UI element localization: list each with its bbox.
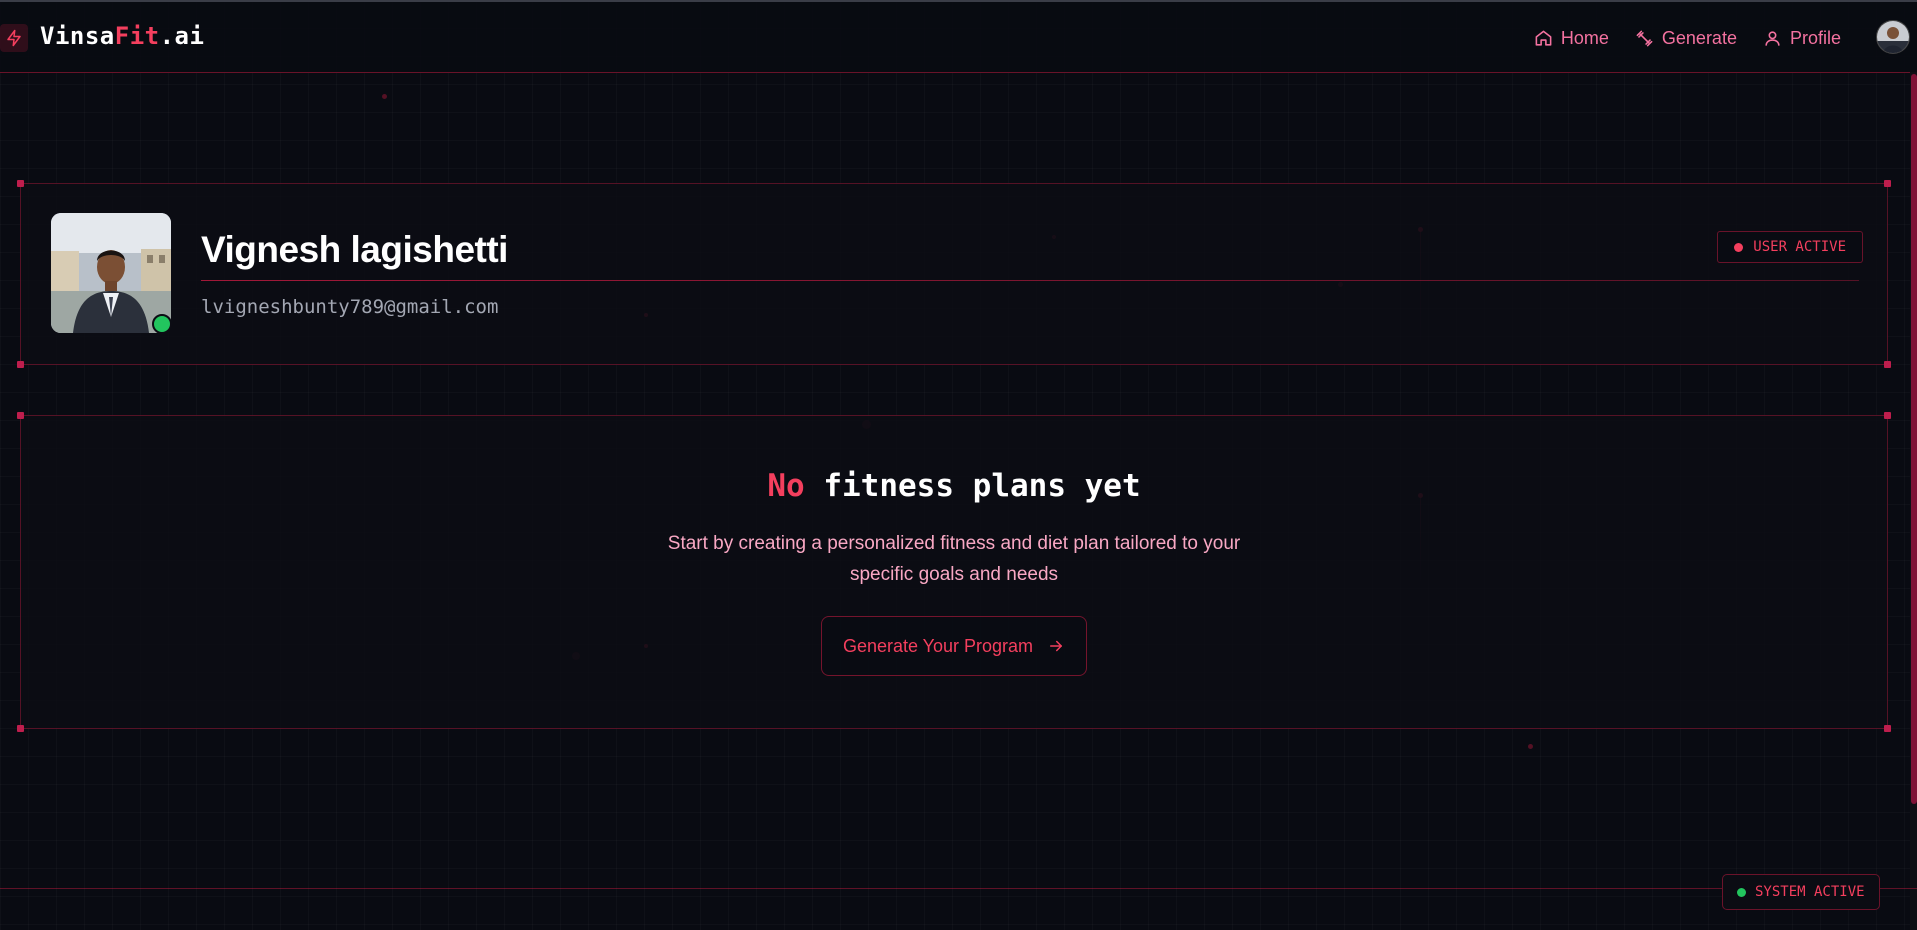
footer-divider: [0, 888, 1917, 889]
generate-program-label: Generate Your Program: [842, 635, 1034, 656]
generate-program-button[interactable]: Generate Your Program: [821, 616, 1087, 676]
system-status-badge: SYSTEM ACTIVE: [1722, 874, 1880, 910]
nav-generate-label: Generate: [1661, 28, 1737, 48]
arrow-right-icon: [1050, 640, 1063, 652]
brand-logo[interactable]: VinsaFit.ai: [40, 22, 204, 50]
brand-name-part2: Fit: [114, 22, 160, 50]
avatar-image: [1877, 21, 1909, 53]
system-status-dot-icon: [1737, 887, 1746, 897]
corner-marker: [17, 361, 24, 368]
bg-particle: [382, 94, 387, 99]
logo-badge[interactable]: [0, 24, 28, 52]
empty-state-description: Start by creating a personalized fitness…: [667, 533, 1241, 585]
corner-marker: [1884, 180, 1891, 187]
profile-divider: [201, 280, 1859, 281]
user-avatar[interactable]: [1876, 20, 1910, 54]
profile-photo: [51, 213, 171, 333]
page: VinsaFit.ai Home Generate Profile Vignes…: [0, 0, 1917, 930]
corner-marker: [17, 180, 24, 187]
user-status-label: USER ACTIVE: [1753, 239, 1846, 255]
profile-name: Vignesh lagishetti: [201, 229, 508, 270]
user-icon: [1765, 31, 1780, 46]
online-status-dot: [152, 314, 172, 334]
nav-profile-label: Profile: [1789, 28, 1841, 48]
status-dot-icon: [1734, 242, 1744, 252]
user-status-badge: USER ACTIVE: [1717, 231, 1863, 263]
empty-plans-card: No fitness plans yet Start by creating a…: [17, 412, 1891, 732]
corner-marker: [17, 725, 24, 732]
profile-card: Vignesh lagishetti lvigneshbunty789@gmai…: [17, 180, 1891, 368]
system-status-label: SYSTEM ACTIVE: [1755, 884, 1865, 900]
corner-marker: [17, 412, 24, 419]
brand-name-part3: .ai: [159, 22, 205, 50]
nav-generate[interactable]: Generate: [1635, 28, 1737, 49]
corner-marker: [1884, 361, 1891, 368]
nav-home[interactable]: Home: [1534, 28, 1609, 49]
empty-state-title: No fitness plans yet: [21, 468, 1887, 504]
navbar: VinsaFit.ai Home Generate Profile: [0, 2, 1917, 73]
nav-home-label: Home: [1560, 28, 1609, 48]
nav-links: Home Generate Profile: [1534, 28, 1841, 49]
nav-profile[interactable]: Profile: [1763, 28, 1841, 49]
corner-marker: [1884, 725, 1891, 732]
empty-title-accent: No: [767, 468, 805, 504]
scrollbar-thumb[interactable]: [1911, 74, 1917, 804]
dumbbell-icon: [1636, 30, 1653, 47]
bg-particle: [1528, 744, 1533, 749]
profile-image: [51, 213, 171, 333]
zap-icon: [7, 29, 21, 47]
home-icon: [1535, 30, 1552, 46]
corner-marker: [1884, 412, 1891, 419]
profile-email: lvigneshbunty789@gmail.com: [201, 296, 499, 318]
brand-name-part1: Vinsa: [40, 22, 115, 50]
empty-title-rest: fitness plans yet: [804, 468, 1141, 504]
